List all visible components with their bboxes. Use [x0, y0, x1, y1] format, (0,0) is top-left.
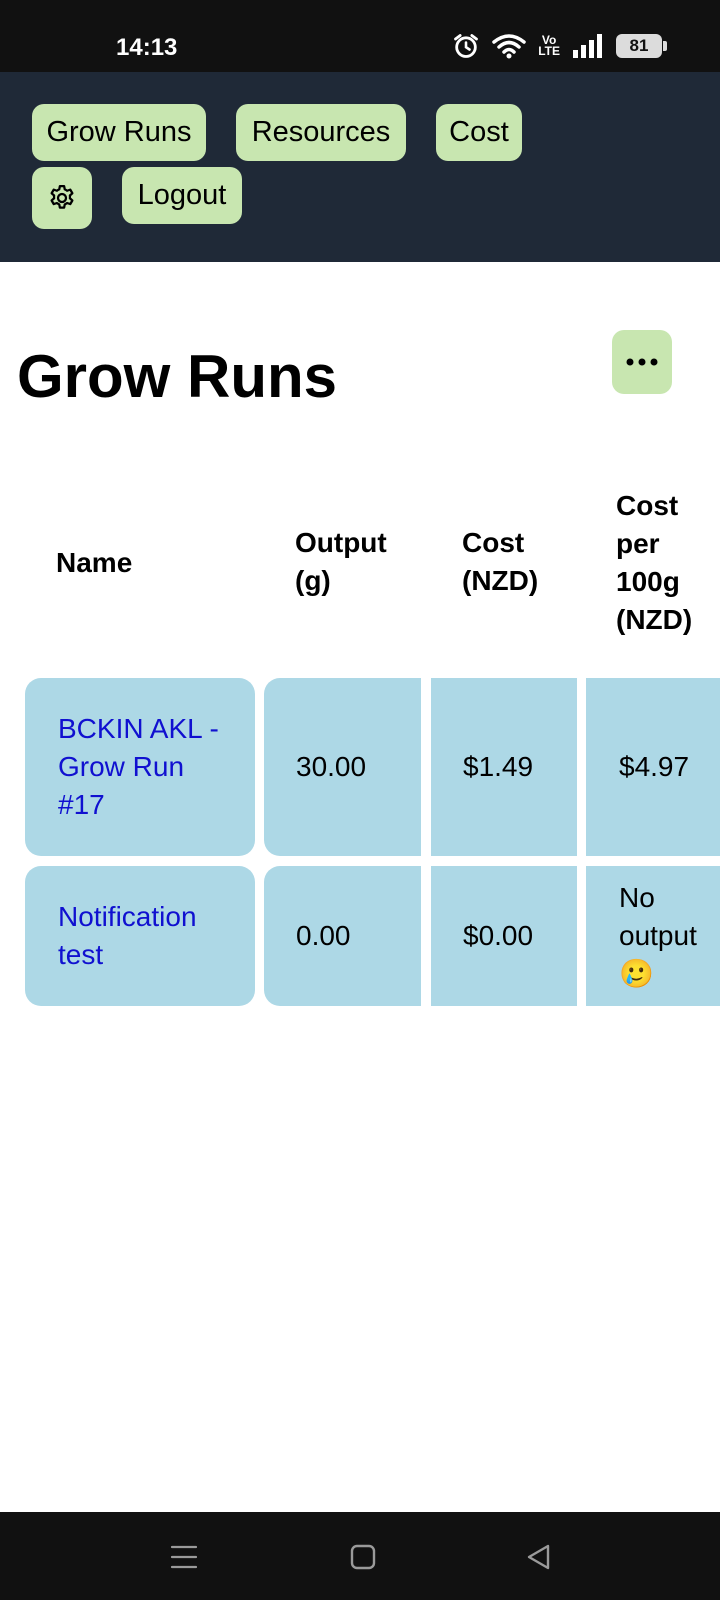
battery-icon: 81: [616, 34, 667, 58]
top-navigation: Grow Runs Resources Cost Logout: [0, 72, 720, 262]
wifi-icon: [492, 34, 526, 59]
cost-per-100g-cell: No output 🥲: [586, 866, 720, 1006]
gear-icon: [50, 185, 74, 209]
cost-cell: $1.49: [431, 678, 577, 856]
volte-indicator: Vo LTE: [538, 33, 560, 58]
grow-run-link[interactable]: BCKIN AKL - Grow Run #17: [25, 678, 255, 856]
home-icon[interactable]: [349, 1543, 377, 1571]
output-cell: 30.00: [264, 678, 421, 856]
status-bar: 14:13 Vo LTE 81: [0, 0, 720, 72]
status-time: 14:13: [116, 34, 178, 61]
page-title: Grow Runs: [17, 343, 338, 410]
grow-run-link[interactable]: Notification test: [25, 866, 255, 1006]
ellipsis-icon: [626, 358, 658, 366]
status-icons: Vo LTE 81: [452, 30, 667, 62]
column-header-name: Name: [56, 547, 133, 578]
alarm-icon: [454, 34, 479, 58]
column-header-output: Output (g): [295, 527, 387, 596]
output-cell: 0.00: [264, 866, 421, 1006]
column-header-cost-per-100g: Cost per 100g (NZD): [616, 490, 693, 635]
recent-apps-icon[interactable]: [169, 1542, 199, 1572]
cost-cell: $0.00: [431, 866, 577, 1006]
column-header-cost: Cost (NZD): [462, 527, 539, 596]
more-options-button[interactable]: [612, 330, 672, 394]
logout-button[interactable]: Logout: [122, 167, 242, 224]
nav-resources-button[interactable]: Resources: [236, 104, 406, 161]
back-icon[interactable]: [525, 1543, 553, 1571]
signal-icon: [573, 34, 602, 58]
system-navigation-bar: [0, 1512, 720, 1600]
cost-per-100g-cell: $4.97: [586, 678, 720, 856]
settings-button[interactable]: [32, 167, 92, 229]
nav-cost-button[interactable]: Cost: [436, 104, 522, 161]
nav-grow-runs-button[interactable]: Grow Runs: [32, 104, 206, 161]
